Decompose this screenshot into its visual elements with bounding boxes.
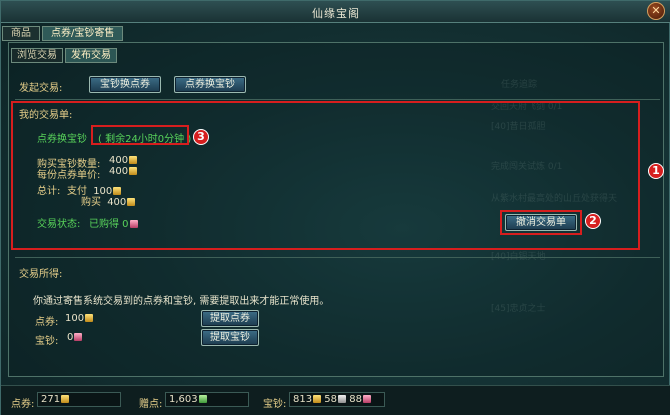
bottom-zengdian-value: 1,603 <box>169 394 198 405</box>
bottom-dianquan-label: 点券: <box>11 399 35 410</box>
dianquan-icon <box>85 314 94 322</box>
window-title: 仙缘宝阁 <box>312 7 360 20</box>
proceeds-dianquan-value-wrap: 100 <box>65 313 94 324</box>
silver-ingot-icon <box>338 395 347 403</box>
tab-products[interactable]: 商品 <box>2 26 40 41</box>
bottom-dianquan-field: 271 <box>37 392 121 407</box>
bottom-baochao-value-c: 88 <box>349 394 362 405</box>
gold-ingot-icon <box>313 395 322 403</box>
dianquan-to-baochao-button[interactable]: 点券换宝钞 <box>174 76 246 93</box>
bottom-zengdian-field: 1,603 <box>165 392 249 407</box>
tab-consignment[interactable]: 点券/宝钞寄售 <box>42 26 124 41</box>
proceeds-dianquan-value: 100 <box>65 313 85 324</box>
baochao-to-dianquan-button[interactable]: 宝钞换点券 <box>89 76 161 93</box>
baochao-icon <box>74 333 83 341</box>
divider <box>15 257 660 258</box>
divider <box>15 99 660 100</box>
annotation-badge-1: 1 <box>648 163 664 179</box>
trade-window: 任务追踪 交回天府飞剑 0/1 [40]昔日孤胆 完成闯关试炼 0/1 从紫水村… <box>0 0 670 415</box>
annotation-badge-2: 2 <box>585 213 601 229</box>
annotation-box-cancel <box>500 210 582 235</box>
proceeds-note: 你通过寄售系统交易到的点券和宝钞, 需要提取出来才能正常使用。 <box>33 296 330 307</box>
annotation-box-time <box>91 125 189 145</box>
proceeds-heading: 交易所得: <box>19 269 63 280</box>
withdraw-dianquan-button[interactable]: 提取点券 <box>201 310 259 327</box>
proceeds-baochao-value: 0 <box>67 332 74 343</box>
currency-bar: 点券: 271 赠点: 1,603 宝钞: 813 58 88 <box>1 385 670 415</box>
title-bar: 仙缘宝阁 ✕ <box>1 1 670 23</box>
zengdian-icon <box>198 395 207 403</box>
bottom-baochao-value-a: 813 <box>293 394 313 405</box>
sub-tabs: 浏览交易 发布交易 <box>11 48 117 63</box>
bottom-baochao-value-b: 58 <box>324 394 338 405</box>
initiate-trade-label: 发起交易: <box>19 83 63 94</box>
proceeds-dianquan-label: 点券: <box>35 317 59 328</box>
close-icon[interactable]: ✕ <box>647 2 665 20</box>
bottom-zengdian-label: 赠点: <box>139 399 163 410</box>
withdraw-baochao-button[interactable]: 提取宝钞 <box>201 329 259 346</box>
bottom-baochao-field: 813 58 88 <box>289 392 385 407</box>
proceeds-baochao-value-wrap: 0 <box>67 332 83 343</box>
proceeds-baochao-label: 宝钞: <box>35 336 59 347</box>
dianquan-icon <box>61 395 70 403</box>
tab-browse-trades[interactable]: 浏览交易 <box>11 48 63 63</box>
bottom-baochao-label: 宝钞: <box>263 399 287 410</box>
tab-publish-trade[interactable]: 发布交易 <box>65 48 117 63</box>
top-tabs: 商品 点券/宝钞寄售 <box>1 26 124 41</box>
bottom-dianquan-value: 271 <box>41 394 61 405</box>
annotation-badge-3: 3 <box>193 129 209 145</box>
copper-ingot-icon <box>362 395 371 403</box>
